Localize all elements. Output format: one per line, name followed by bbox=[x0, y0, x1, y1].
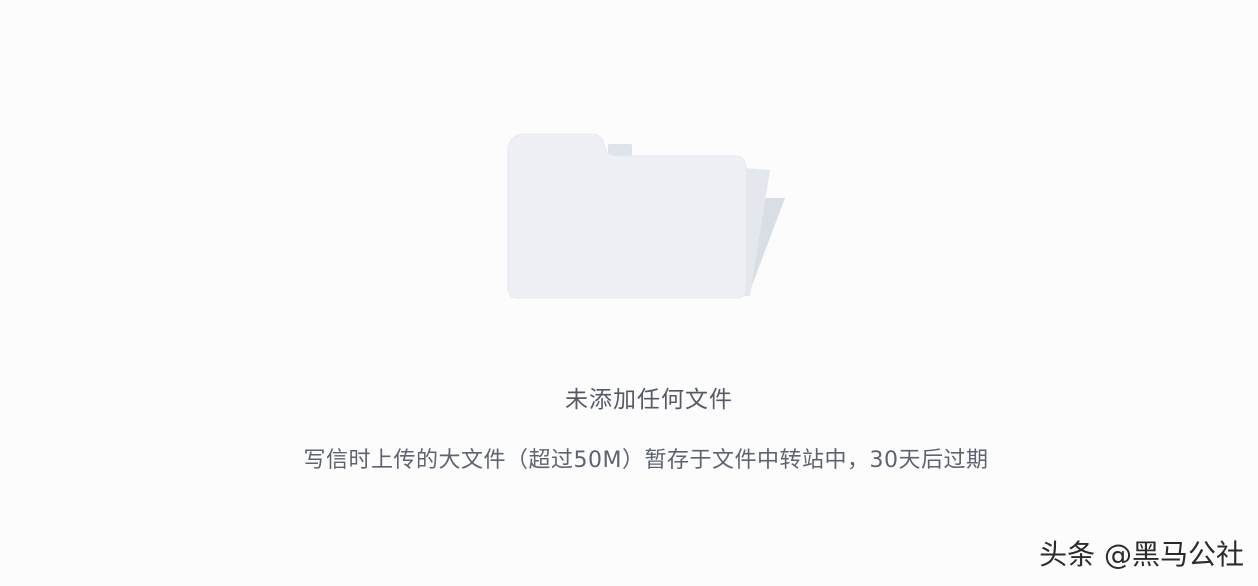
folder-icon bbox=[500, 128, 800, 308]
watermark-label: 头条 @黑马公社 bbox=[1039, 538, 1244, 571]
empty-state-description: 写信时上传的大文件（超过50M）暂存于文件中转站中，30天后过期 bbox=[303, 448, 989, 473]
empty-state-title: 未添加任何文件 bbox=[565, 387, 733, 413]
file-transfer-empty-page: 未添加任何文件 写信时上传的大文件（超过50M）暂存于文件中转站中，30天后过期… bbox=[0, 0, 1258, 586]
